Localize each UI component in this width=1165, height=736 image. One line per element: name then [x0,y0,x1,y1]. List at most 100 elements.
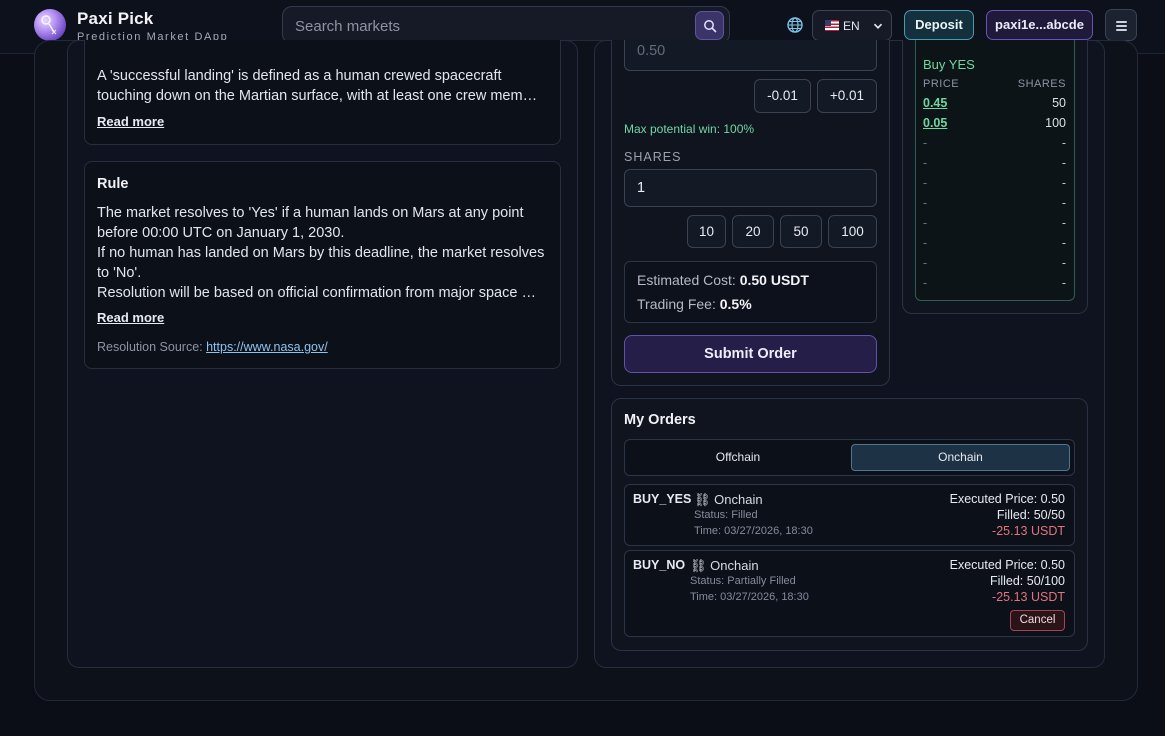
tab-onchain[interactable]: Onchain [851,444,1070,471]
resolution-source-label: Resolution Source: [97,340,203,354]
orderbook-price: - [923,196,928,210]
order-item: BUY_NO ⛓ Onchain Status: Partially Fille… [624,550,1075,637]
search-button[interactable] [695,11,724,40]
orderbook-price: 0.05 [923,116,948,130]
deposit-button[interactable]: Deposit [904,10,974,40]
orderbook-header: PRICE SHARES [923,78,1066,94]
resolution-source-link[interactable]: https://www.nasa.gov/ [206,340,328,354]
trading-fee-label: Trading Fee: [637,296,716,312]
orderbook-col-price: PRICE [923,78,960,90]
order-summary: Estimated Cost: 0.50 USDT Trading Fee: 0… [624,261,877,323]
orderbook-shares: 50 [1052,96,1066,110]
orderbook-price: - [923,156,928,170]
max-potential-win: Max potential win: 100% [624,122,755,136]
orderbook-row: -- [923,136,1066,152]
orderbook-shares: - [1061,236,1066,250]
orderbook-row: -- [923,216,1066,232]
orderbook-shares: 100 [1045,116,1066,130]
shares-label: SHARES [624,150,682,164]
orders-tab-group: Offchain Onchain [624,439,1075,476]
orderbook-shares: - [1061,156,1066,170]
order-filled: Filled: 50/100 [989,574,1065,588]
search-icon [704,20,717,33]
orderbook-row: -- [923,276,1066,292]
orderbook-shares: - [1061,256,1066,270]
price-input[interactable]: 0.50 [624,40,877,71]
trading-fee-value: 0.5% [719,296,752,312]
rule-read-more-link[interactable]: Read more [97,310,164,325]
orderbook-shares: - [1061,196,1066,210]
orderbook-price: - [923,256,928,270]
order-amount: -25.13 USDT [992,590,1065,604]
estimated-cost-label: Estimated Cost: [637,272,736,288]
search-bar [282,6,730,44]
submit-order-button[interactable]: Submit Order [624,335,877,373]
orderbook-price: - [923,136,928,150]
cancel-order-button[interactable]: Cancel [1010,610,1065,631]
my-orders-title: My Orders [624,412,696,428]
rule-line-4: to 'No'. [97,265,142,281]
preset-10-button[interactable]: 10 [687,215,726,248]
orderbook-shares: - [1061,136,1066,150]
rule-heading: Rule [97,176,129,192]
order-chain-label: Onchain [714,492,763,507]
preset-50-button[interactable]: 50 [780,215,822,248]
orderbook-shares: - [1061,276,1066,290]
globe-icon[interactable] [786,16,804,34]
order-chain: ⛓ Onchain [690,558,759,574]
order-filled: Filled: 50/50 [996,508,1065,522]
rule-line-5: Resolution will be based on official con… [97,285,536,301]
orderbook-price: - [923,216,928,230]
order-chain: ⛓ Onchain [694,492,763,508]
orderbook-price: - [923,236,928,250]
resolution-source: Resolution Source: https://www.nasa.gov/ [97,340,328,354]
wallet-address-button[interactable]: paxi1e...abcde [986,10,1093,40]
rule-line-1: The market resolves to 'Yes' if a human … [97,205,524,221]
order-side: BUY_NO [633,558,686,572]
rule-card: Rule The market resolves to 'Yes' if a h… [84,161,561,369]
estimated-cost: Estimated Cost: 0.50 USDT [637,272,809,288]
description-read-more-link[interactable]: Read more [97,114,164,129]
chevron-down-icon [873,23,883,30]
chain-link-icon: ⛓ [694,492,711,507]
preset-100-button[interactable]: 100 [828,215,877,248]
orderbook-row: -- [923,236,1066,252]
order-executed-price: Executed Price: 0.50 [949,492,1065,506]
shares-value: 1 [637,180,646,196]
order-chain-label: Onchain [710,558,759,573]
order-time: Time: 03/27/2026, 18:30 [694,525,813,537]
hamburger-icon [1116,21,1127,23]
us-flag-icon [825,20,839,31]
order-item: BUY_YES ⛓ Onchain Status: Filled Time: 0… [624,484,1075,546]
app-logo[interactable] [34,9,66,41]
orderbook-shares: - [1061,176,1066,190]
language-select[interactable]: EN [812,10,892,41]
brand-title: Paxi Pick [77,9,154,28]
chain-link-icon: ⛓ [690,558,707,573]
orderbook-col-shares: SHARES [1017,78,1066,90]
orderbook-row: -- [923,176,1066,192]
orderbook-row[interactable]: 0.05 100 [923,116,1066,132]
preset-20-button[interactable]: 20 [732,215,774,248]
estimated-cost-value: 0.50 USDT [739,272,809,288]
rule-line-2: before 00:00 UTC on January 1, 2030. [97,225,345,241]
shares-input[interactable]: 1 [624,169,877,207]
orderbook-row: -- [923,256,1066,272]
order-status: Status: Filled [694,509,758,521]
orderbook-price: 0.45 [923,96,948,110]
orderbook-title: Buy YES [923,57,975,72]
price-decrement-button[interactable]: -0.01 [754,79,811,113]
orderbook-row[interactable]: 0.45 50 [923,96,1066,112]
price-increment-button[interactable]: +0.01 [817,79,877,113]
trading-fee: Trading Fee: 0.5% [637,296,752,312]
orderbook-row: -- [923,156,1066,172]
orderbook-row: -- [923,196,1066,212]
order-amount: -25.13 USDT [992,524,1065,538]
language-value: EN [843,19,860,33]
search-input[interactable] [295,15,685,37]
order-time: Time: 03/27/2026, 18:30 [690,591,809,603]
description-card: A 'successful landing' is defined as a h… [84,40,561,145]
orderbook-price: - [923,176,928,190]
tab-offchain[interactable]: Offchain [629,444,847,471]
menu-button[interactable] [1105,9,1137,41]
